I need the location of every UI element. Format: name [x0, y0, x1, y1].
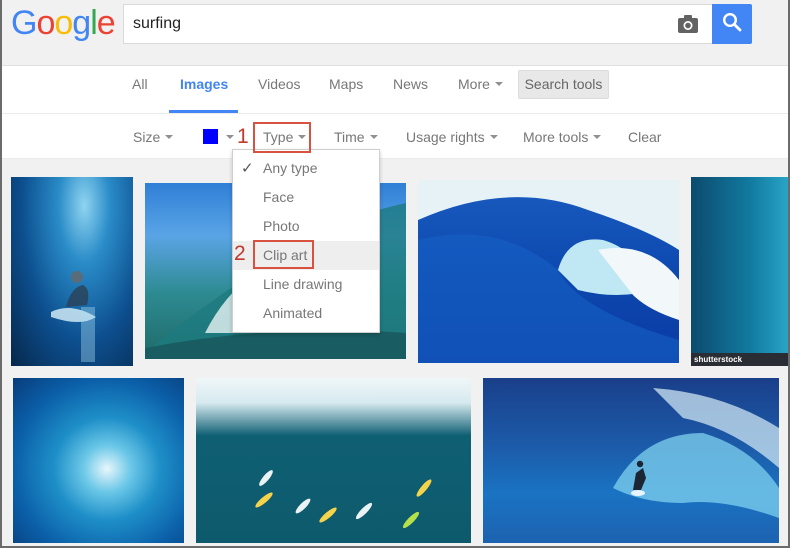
tab-label: All [132, 76, 148, 92]
dropdown-item-animated[interactable]: Animated [233, 299, 379, 328]
clear-label: Clear [628, 129, 662, 145]
search-tabs: All Images Videos Maps News More Search … [2, 66, 788, 114]
image-result[interactable] [196, 378, 471, 543]
surfer-silhouette [51, 271, 96, 362]
dropdown-item-label: Photo [263, 218, 300, 234]
usage-rights-filter[interactable]: Usage rights [406, 114, 498, 158]
wave-graphic [418, 180, 679, 363]
tab-more[interactable]: More [458, 66, 503, 113]
logo-letter: e [96, 4, 116, 42]
image-result[interactable] [13, 378, 184, 543]
caret-down-icon [165, 135, 174, 140]
tab-label: Maps [329, 76, 364, 92]
google-logo[interactable]: Google [11, 4, 116, 42]
dropdown-item-any-type[interactable]: ✓ Any type [233, 154, 379, 183]
dropdown-item-photo[interactable]: Photo [233, 212, 379, 241]
browser-window: Google All Images [0, 0, 790, 548]
dropdown-item-label: Face [263, 189, 295, 205]
logo-letter: g [72, 4, 91, 42]
caret-down-icon [593, 135, 602, 140]
caret-down-icon [494, 82, 503, 87]
search-tools-bar: Size Type Time Usage rights More tools C… [2, 114, 788, 159]
caret-down-icon [369, 135, 378, 140]
search-tools-button[interactable]: Search tools [518, 70, 609, 99]
logo-letter: o [54, 4, 73, 42]
search-button[interactable] [712, 4, 752, 44]
dropdown-item-label: Any type [263, 160, 318, 176]
size-filter[interactable]: Size [133, 114, 174, 158]
logo-letter: o [36, 4, 55, 42]
tab-news[interactable]: News [393, 66, 428, 113]
tab-videos[interactable]: Videos [258, 66, 301, 113]
tab-label: More [458, 76, 490, 92]
color-swatch [203, 128, 218, 144]
type-highlight-box [253, 122, 311, 153]
step-2-annotation: 2 [234, 242, 246, 265]
image-result[interactable]: shutterstock [691, 177, 788, 366]
tab-label: Images [180, 76, 229, 92]
dropdown-item-line-drawing[interactable]: Line drawing [233, 270, 379, 299]
dropdown-item-label: Animated [263, 305, 323, 321]
more-tools-filter[interactable]: More tools [523, 114, 602, 158]
tab-all[interactable]: All [132, 66, 148, 113]
usage-rights-label: Usage rights [406, 129, 485, 145]
tab-label: News [393, 76, 429, 92]
search-header: Google [2, 0, 788, 66]
size-filter-label: Size [133, 129, 161, 145]
time-filter-label: Time [334, 129, 365, 145]
checkmark-icon: ✓ [241, 160, 254, 177]
surfers-graphic [255, 470, 432, 529]
dropdown-item-face[interactable]: Face [233, 183, 379, 212]
tab-maps[interactable]: Maps [329, 66, 363, 113]
tab-images[interactable]: Images [168, 66, 239, 113]
caret-down-icon [226, 135, 234, 140]
search-input[interactable] [133, 5, 653, 43]
image-result[interactable] [11, 177, 133, 366]
image-result[interactable] [483, 378, 779, 543]
tab-label: Videos [258, 76, 301, 92]
search-icon [722, 12, 742, 37]
dropdown-item-label: Line drawing [263, 276, 343, 292]
more-tools-label: More tools [523, 129, 589, 145]
camera-icon[interactable] [678, 15, 698, 33]
clear-button[interactable]: Clear [628, 114, 661, 158]
search-box [123, 4, 713, 44]
clip-art-highlight-box [253, 240, 314, 269]
surfer-barrel-graphic [613, 388, 779, 518]
step-1-annotation: 1 [237, 125, 249, 148]
caret-down-icon [489, 135, 498, 140]
color-filter[interactable] [203, 114, 234, 158]
watermark-label: shutterstock [691, 353, 788, 366]
image-result[interactable] [418, 180, 679, 363]
logo-letter: G [11, 4, 37, 42]
